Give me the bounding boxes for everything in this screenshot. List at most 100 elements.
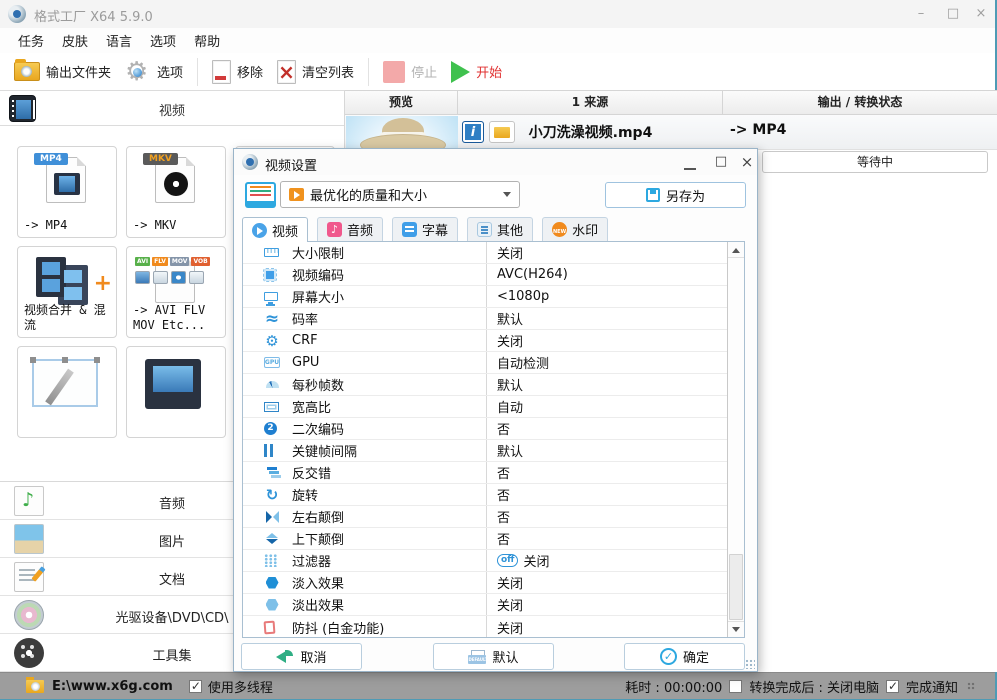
setting-label: 上下颠倒: [292, 533, 345, 548]
card-to-mp4[interactable]: MP4 -> MP4: [17, 146, 117, 238]
default-button[interactable]: 默认: [433, 643, 554, 670]
tab-other[interactable]: 其他: [467, 217, 534, 241]
setting-row-bitrate[interactable]: 码率 默认: [243, 308, 744, 330]
output-folder-button[interactable]: 输出文件夹: [14, 59, 111, 81]
setting-row-fade-out[interactable]: 淡出效果 关闭: [243, 594, 744, 616]
floppy-save-icon: [645, 188, 660, 202]
maximize-button[interactable]: □: [942, 4, 964, 24]
card-crop-tool[interactable]: [17, 346, 117, 438]
setting-label: 淡入效果: [292, 577, 345, 592]
dialog-maximize-button[interactable]: □: [711, 152, 731, 172]
scroll-down-icon[interactable]: [728, 621, 744, 637]
setting-row-gpu[interactable]: GPU 自动检测: [243, 352, 744, 374]
setting-value: 默认: [497, 445, 524, 460]
waves-icon: [264, 311, 280, 327]
video-section-header[interactable]: 视频: [0, 91, 344, 126]
video-preview-thumbnail: [346, 116, 458, 149]
chip-icon: [263, 267, 277, 282]
clear-list-label: 清空列表: [302, 66, 355, 81]
dialog-minimize-button[interactable]: _: [684, 154, 696, 170]
setting-row-size-limit[interactable]: 大小限制 关闭: [243, 242, 744, 264]
column-source[interactable]: 1 来源: [458, 91, 723, 114]
setting-row-flip-vertical[interactable]: 上下颠倒 否: [243, 528, 744, 550]
tab-watermark[interactable]: 水印: [542, 217, 609, 241]
setting-label: 二次编码: [292, 423, 345, 438]
notify-checkbox[interactable]: [885, 679, 899, 693]
preset-dropdown[interactable]: 最优化的质量和大小: [280, 181, 520, 208]
setting-label: 反交错: [292, 467, 332, 482]
setting-row-anti-shake[interactable]: 防抖 (白金功能) 关闭: [243, 616, 744, 638]
tab-subtitle[interactable]: 字幕: [392, 217, 459, 241]
setting-value: 默认: [497, 379, 524, 394]
output-path[interactable]: E:\www.x6g.com: [52, 679, 173, 694]
card-film-tool[interactable]: [126, 346, 226, 438]
deinterlace-icon: [267, 467, 277, 470]
setting-row-fade-in[interactable]: 淡入效果 关闭: [243, 572, 744, 594]
fade-out-icon: [265, 598, 279, 611]
setting-value: 关闭: [497, 621, 524, 637]
menu-skin[interactable]: 皮肤: [62, 31, 88, 50]
clear-list-button[interactable]: 清空列表: [277, 59, 355, 84]
source-file-name: 小刀洗澡视频.mp4: [528, 125, 653, 141]
card-to-avi-flv-mov[interactable]: AVI FLV MOV VOB -> AVI FLV MOV Etc...: [126, 246, 226, 338]
status-badge: 等待中: [762, 151, 988, 173]
setting-row-flip-horizontal[interactable]: 左右颠倒 否: [243, 506, 744, 528]
shutdown-label: 转换完成后 : 关闭电脑: [749, 680, 879, 696]
setting-row-deinterlace[interactable]: 反交错 否: [243, 462, 744, 484]
tab-video[interactable]: 视频: [242, 217, 309, 242]
ruler-icon: [264, 248, 279, 257]
off-badge-icon: off: [497, 554, 519, 567]
tab-audio[interactable]: 音频: [317, 217, 384, 241]
column-output-status[interactable]: 输出 / 转换状态: [723, 91, 997, 114]
setting-row-filter[interactable]: 过滤器 off 关闭: [243, 550, 744, 572]
multithread-checkbox[interactable]: [188, 679, 202, 693]
stop-label: 停止: [411, 66, 438, 81]
start-button[interactable]: 开始: [451, 60, 502, 83]
task-row[interactable]: i 小刀洗澡视频.mp4 -> MP4: [345, 115, 997, 150]
ok-button[interactable]: 确定: [624, 643, 745, 670]
statusbar: E:\www.x6g.com 使用多线程 耗时 : 00:00:00 转换完成后…: [0, 672, 995, 699]
audio-tab-icon: [327, 222, 343, 237]
menu-options[interactable]: 选项: [150, 31, 176, 50]
setting-row-aspect-ratio[interactable]: 宽高比 自动: [243, 396, 744, 418]
scrollbar-thumb[interactable]: [729, 554, 743, 620]
setting-row-video-encode[interactable]: 视频编码 AVC(H264): [243, 264, 744, 286]
menu-tasks[interactable]: 任务: [18, 31, 44, 50]
main-window: 格式工厂 X64 5.9.0 – □ × 任务 皮肤 语言 选项 帮助 输出文件…: [0, 0, 997, 700]
options-button[interactable]: 选项: [125, 59, 183, 85]
menu-help[interactable]: 帮助: [194, 31, 220, 50]
setting-row-fps[interactable]: 每秒帧数 默认: [243, 374, 744, 396]
setting-value: 关闭: [497, 247, 524, 262]
minimize-button[interactable]: –: [910, 4, 932, 24]
card-merge-mux[interactable]: + 视频合并 & 混流: [17, 246, 117, 338]
column-preview[interactable]: 预览: [345, 91, 458, 114]
watermark-tab-icon: [552, 222, 568, 237]
setting-row-two-pass[interactable]: 二次编码 否: [243, 418, 744, 440]
rotate-icon: [264, 487, 280, 503]
dialog-title: 视频设置: [265, 159, 318, 174]
setting-row-keyframe-interval[interactable]: 关键帧间隔 默认: [243, 440, 744, 462]
save-as-button[interactable]: 另存为: [605, 182, 746, 208]
multi-format-icon: AVI FLV MOV VOB: [135, 257, 210, 266]
flip-vertical-icon: [264, 531, 280, 547]
monitor-icon: [264, 292, 278, 304]
card-to-mkv[interactable]: MKV -> MKV: [126, 146, 226, 238]
stop-button[interactable]: 停止: [383, 60, 438, 83]
mkv-badge: MKV: [143, 153, 178, 165]
setting-value: 否: [497, 467, 511, 482]
scroll-up-icon[interactable]: [728, 242, 744, 258]
shutdown-checkbox[interactable]: [729, 679, 743, 693]
setting-row-crf[interactable]: CRF 关闭: [243, 330, 744, 352]
setting-label: CRF: [292, 333, 318, 348]
setting-row-screen-size[interactable]: 屏幕大小 <1080p: [243, 286, 744, 308]
setting-value: 默认: [497, 313, 524, 328]
vertical-scrollbar[interactable]: [727, 242, 744, 637]
cancel-button[interactable]: 取消: [241, 643, 362, 670]
menu-language[interactable]: 语言: [106, 31, 132, 50]
dialog-close-button[interactable]: ×: [737, 152, 757, 172]
dialog-resize-grip[interactable]: [745, 659, 755, 669]
resize-grip[interactable]: [967, 682, 975, 690]
setting-row-rotate[interactable]: 旋转 否: [243, 484, 744, 506]
remove-button[interactable]: 移除: [212, 59, 263, 84]
close-button[interactable]: ×: [970, 4, 992, 24]
